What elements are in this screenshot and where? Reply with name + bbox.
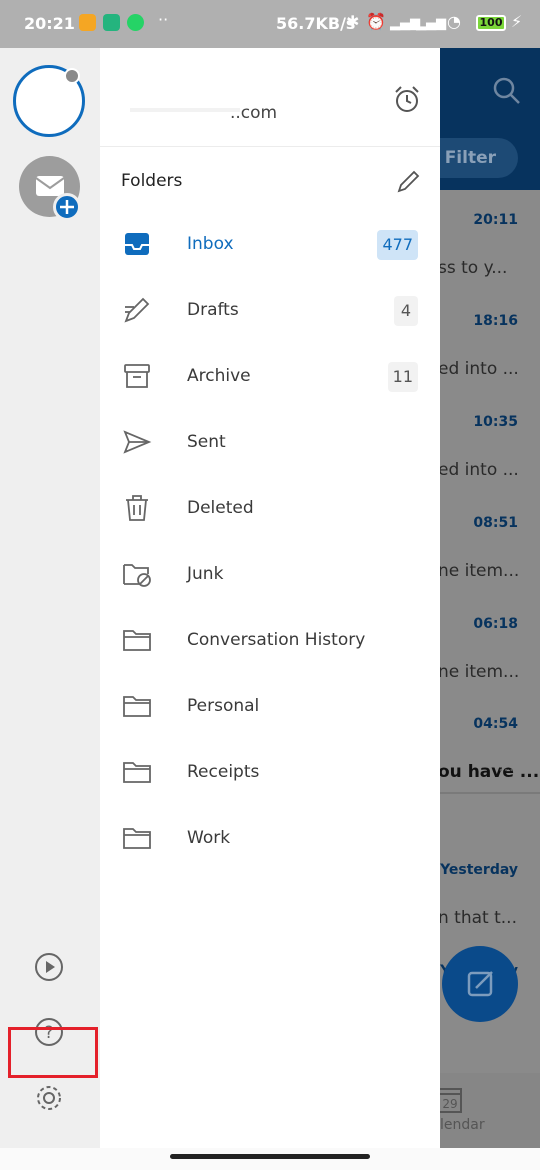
message-preview[interactable]: n that t... bbox=[440, 908, 517, 928]
bluetooth-icon: ✱ bbox=[346, 12, 360, 31]
folder-item-junk[interactable]: Junk bbox=[100, 543, 440, 609]
folder-label: Drafts bbox=[187, 300, 239, 320]
message-preview[interactable]: ed into ... bbox=[440, 359, 519, 379]
folder-item-personal[interactable]: Personal bbox=[100, 675, 440, 741]
message-time: Yesterday bbox=[440, 862, 518, 878]
folder-icon bbox=[122, 823, 152, 853]
message-time: 08:51 bbox=[473, 515, 518, 531]
folder-label: Personal bbox=[187, 696, 260, 716]
folder-item-drafts[interactable]: Drafts 4 bbox=[100, 279, 440, 345]
status-time: 20:21 bbox=[24, 14, 75, 33]
folder-label: Sent bbox=[187, 432, 226, 452]
pencil-icon bbox=[122, 295, 152, 325]
plus-icon bbox=[53, 193, 81, 221]
folder-label: Receipts bbox=[187, 762, 260, 782]
battery-icon: 100 bbox=[476, 15, 506, 31]
section-divider bbox=[440, 792, 540, 794]
folder-label: Deleted bbox=[187, 498, 254, 518]
background-mail-list: Filter 20:11 ss to y... 18:16 ed into ... 10… bbox=[440, 48, 540, 1148]
more-dots: ... bbox=[498, 756, 515, 776]
folder-item-deleted[interactable]: Deleted bbox=[100, 477, 440, 543]
presence-dot bbox=[64, 68, 80, 84]
folder-icon bbox=[122, 757, 152, 787]
archive-icon bbox=[122, 361, 152, 391]
unread-count-badge: 477 bbox=[377, 230, 418, 260]
message-preview[interactable]: ne item... bbox=[440, 662, 519, 682]
shield-app-icon bbox=[103, 14, 120, 31]
message-preview[interactable]: ed into ... bbox=[440, 460, 519, 480]
signal-2-icon: ▂▄▆ bbox=[416, 16, 446, 31]
account-email: ..com bbox=[230, 103, 278, 123]
message-preview[interactable]: ou have ... bbox=[440, 762, 539, 782]
folder-item-inbox[interactable]: Inbox 477 bbox=[100, 213, 440, 279]
message-time: 04:54 bbox=[473, 716, 518, 732]
compose-button[interactable] bbox=[442, 946, 518, 1022]
folder-item-work[interactable]: Work bbox=[100, 807, 440, 873]
folders-header: Folders bbox=[121, 171, 183, 191]
settings-gear-icon[interactable] bbox=[33, 1082, 65, 1114]
account-name-redacted bbox=[130, 108, 240, 112]
compose-icon bbox=[467, 971, 493, 997]
filter-button[interactable]: Filter bbox=[440, 138, 518, 178]
divider bbox=[100, 146, 440, 147]
folder-icon bbox=[122, 691, 152, 721]
message-time: 06:18 bbox=[473, 616, 518, 632]
folder-item-receipts[interactable]: Receipts bbox=[100, 741, 440, 807]
calendar-day: 29 bbox=[442, 1097, 457, 1111]
charging-icon: ⚡ bbox=[511, 12, 523, 31]
play-icon[interactable] bbox=[33, 951, 65, 983]
message-time: 10:35 bbox=[473, 414, 518, 430]
folder-label: Junk bbox=[187, 564, 224, 584]
network-speed: 56.7KB/s bbox=[276, 14, 356, 33]
message-time: 18:16 bbox=[473, 313, 518, 329]
settings-highlight-box bbox=[8, 1027, 98, 1078]
folder-icon bbox=[122, 625, 152, 655]
calendar-tab[interactable]: 29 lendar bbox=[440, 1073, 540, 1148]
whatsapp-icon bbox=[127, 14, 144, 31]
inbox-icon bbox=[122, 229, 152, 259]
junk-folder-icon bbox=[122, 559, 152, 589]
folder-item-sent[interactable]: Sent bbox=[100, 411, 440, 477]
alarm-clock-icon[interactable] bbox=[392, 84, 422, 118]
more-notifications-dots: ·· bbox=[158, 10, 169, 29]
nav-bar-area bbox=[0, 1148, 540, 1170]
trash-icon bbox=[122, 493, 152, 523]
calendar-icon: 29 bbox=[440, 1085, 462, 1117]
folder-label: Archive bbox=[187, 366, 251, 386]
unread-count-badge: 4 bbox=[394, 296, 418, 326]
folder-item-archive[interactable]: Archive 11 bbox=[100, 345, 440, 411]
message-time: 20:11 bbox=[473, 212, 518, 228]
account-rail: ? bbox=[0, 48, 100, 1148]
edit-folders-pencil-icon[interactable] bbox=[394, 168, 422, 200]
notification-app-icon bbox=[79, 14, 96, 31]
alarm-status-icon: ⏰ bbox=[366, 12, 386, 31]
status-bar: 20:21 ·· 56.7KB/s ✱ ⏰ ▂▄▆ ▂▄▆ ◔ 100 ⚡ bbox=[0, 0, 540, 48]
message-preview[interactable]: ne item... bbox=[440, 561, 519, 581]
message-preview[interactable]: ss to y... bbox=[440, 258, 507, 278]
search-icon[interactable] bbox=[492, 76, 522, 110]
folder-label: Inbox bbox=[187, 234, 234, 254]
wifi-icon: ◔ bbox=[447, 12, 461, 31]
folder-label: Conversation History bbox=[187, 630, 366, 650]
calendar-tab-label: lendar bbox=[440, 1117, 485, 1133]
folder-drawer: ..com Folders Inbox 477 Drafts 4 Archive 11 Se… bbox=[100, 48, 440, 1148]
send-icon bbox=[122, 427, 152, 457]
unread-count-badge: 11 bbox=[387, 362, 418, 392]
home-indicator[interactable] bbox=[170, 1154, 370, 1159]
background-header: Filter bbox=[440, 48, 540, 190]
folder-label: Work bbox=[187, 828, 231, 848]
folder-item-conversation-history[interactable]: Conversation History bbox=[100, 609, 440, 675]
